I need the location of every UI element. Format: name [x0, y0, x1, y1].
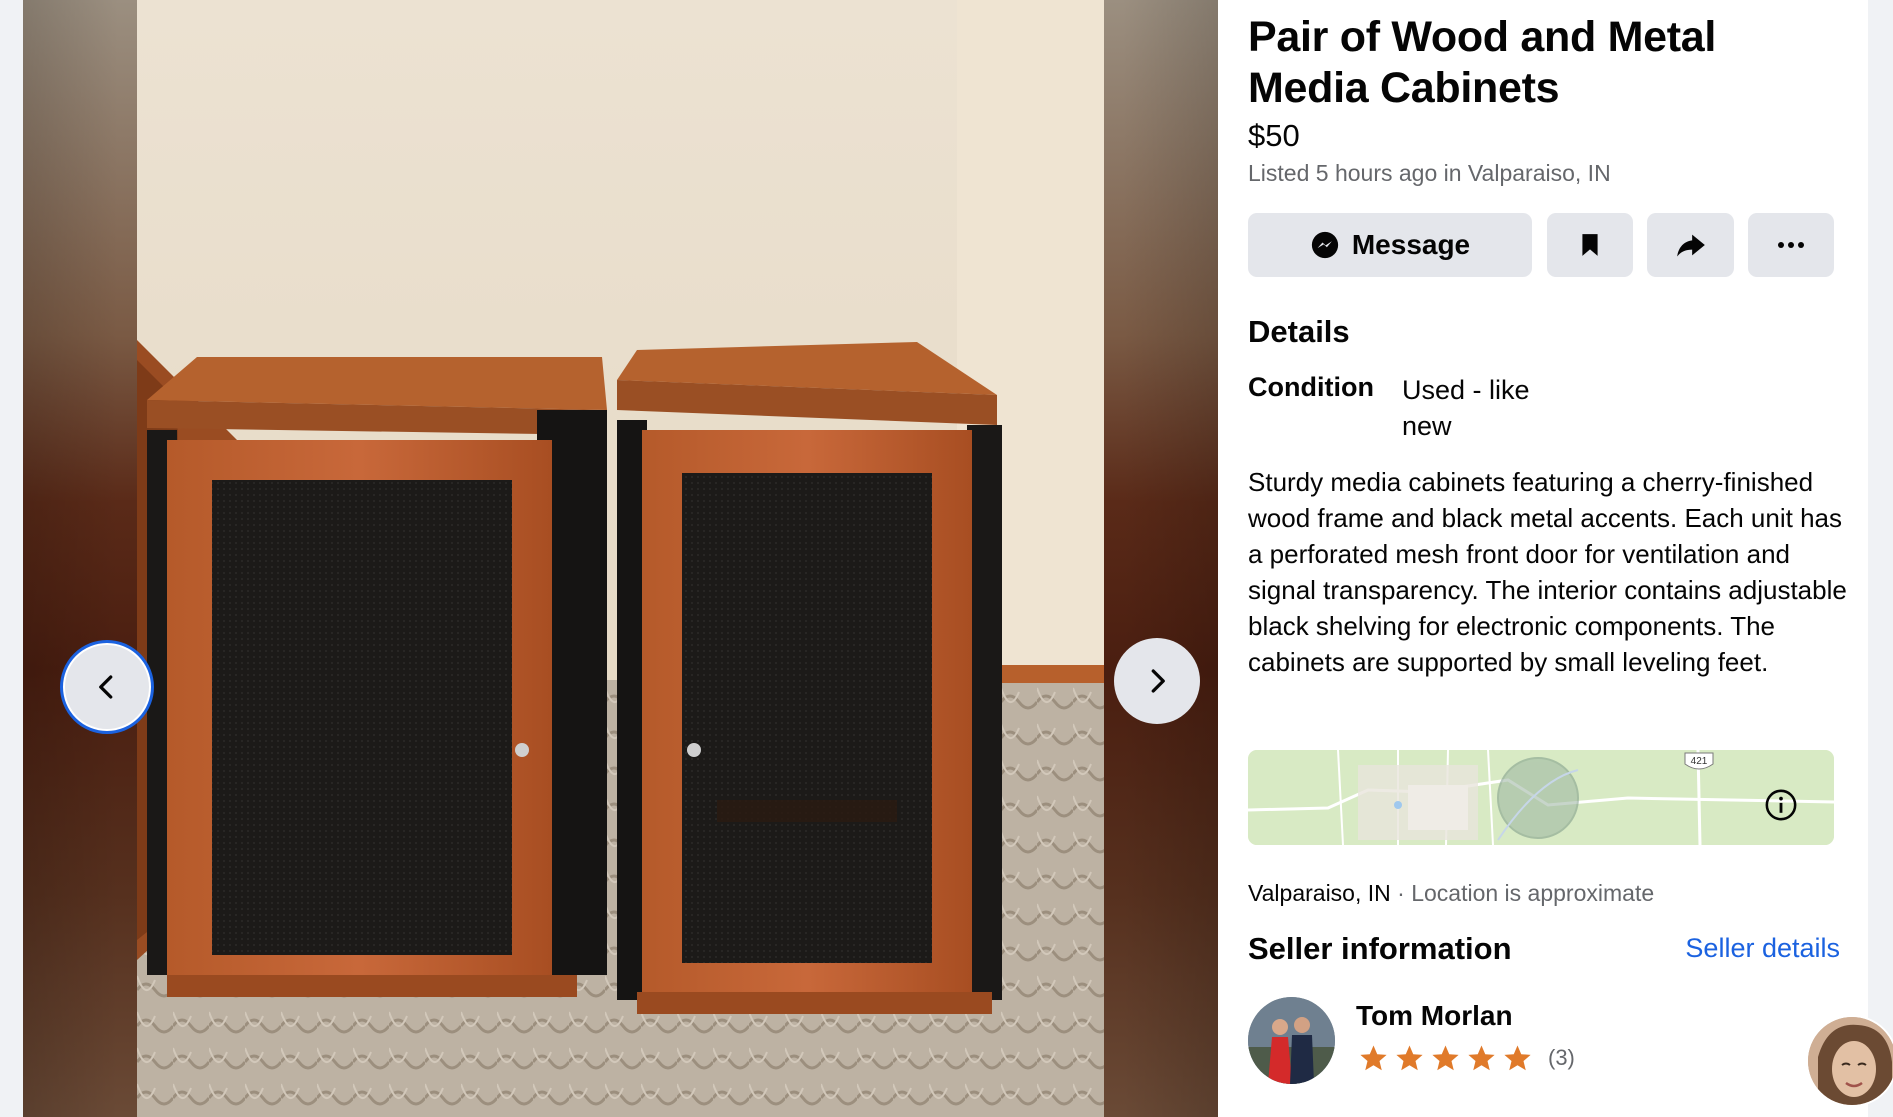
- condition-value: Used - like new: [1402, 375, 1530, 441]
- share-button[interactable]: [1647, 213, 1734, 277]
- avatar-image: [1248, 997, 1335, 1084]
- star-icon: [1396, 1045, 1423, 1071]
- map-image: 421: [1248, 750, 1834, 845]
- chat-head-avatar[interactable]: [1806, 1015, 1893, 1107]
- listing-title: Pair of Wood and Metal Media Cabinets: [1248, 13, 1717, 112]
- location-text: Valparaiso, IN · Location is approximate: [1248, 880, 1654, 907]
- message-button[interactable]: Message: [1248, 213, 1532, 277]
- rating-count: (3): [1548, 1045, 1575, 1070]
- listing-details-panel: Pair of Wood and Metal Media Cabinets $5…: [1218, 0, 1868, 1117]
- listing-time-location: Listed 5 hours ago in Valparaiso, IN: [1248, 160, 1611, 186]
- photo-viewer: [23, 0, 1218, 1117]
- details-heading: Details: [1248, 314, 1350, 349]
- previous-photo-button[interactable]: [60, 640, 154, 734]
- location-note: · Location is approximate: [1390, 880, 1655, 906]
- route-shield: 421: [1684, 752, 1714, 770]
- star-icon: [1504, 1045, 1531, 1071]
- star-icon: [1432, 1045, 1459, 1071]
- seller-rating: (3): [1358, 1043, 1575, 1073]
- location-map[interactable]: 421: [1248, 750, 1834, 845]
- seller-avatar[interactable]: [1248, 997, 1335, 1084]
- star-icon: [1360, 1045, 1387, 1071]
- listing-photo: [137, 0, 1104, 1117]
- chevron-right-icon: [1151, 669, 1165, 693]
- seller-heading: Seller information: [1248, 931, 1512, 966]
- more-options-button[interactable]: [1748, 213, 1834, 277]
- star-icon: [1468, 1045, 1495, 1071]
- chevron-left-icon: [99, 675, 113, 699]
- messenger-icon: [1311, 231, 1338, 259]
- listing-description: Sturdy media cabinets featuring a cherry…: [1248, 467, 1847, 677]
- page-margin-left: [0, 0, 23, 1117]
- next-photo-button[interactable]: [1114, 638, 1200, 724]
- share-icon: [1676, 234, 1705, 257]
- location-name: Valparaiso, IN: [1248, 880, 1391, 906]
- info-icon[interactable]: [1764, 788, 1798, 822]
- message-button-label: Message: [1351, 229, 1471, 260]
- seller-name: Tom Morlan: [1356, 1000, 1513, 1031]
- seller-details-link[interactable]: Seller details: [1685, 933, 1840, 964]
- chat-head-image: [1808, 1017, 1893, 1105]
- page-margin-right: [1868, 0, 1893, 1117]
- listing-price: $50: [1248, 118, 1300, 153]
- condition-label: Condition: [1248, 372, 1374, 402]
- route-shield-label: 421: [1691, 756, 1708, 767]
- bookmark-icon: [1582, 234, 1598, 256]
- save-button[interactable]: [1547, 213, 1633, 277]
- more-icon: [1778, 242, 1804, 248]
